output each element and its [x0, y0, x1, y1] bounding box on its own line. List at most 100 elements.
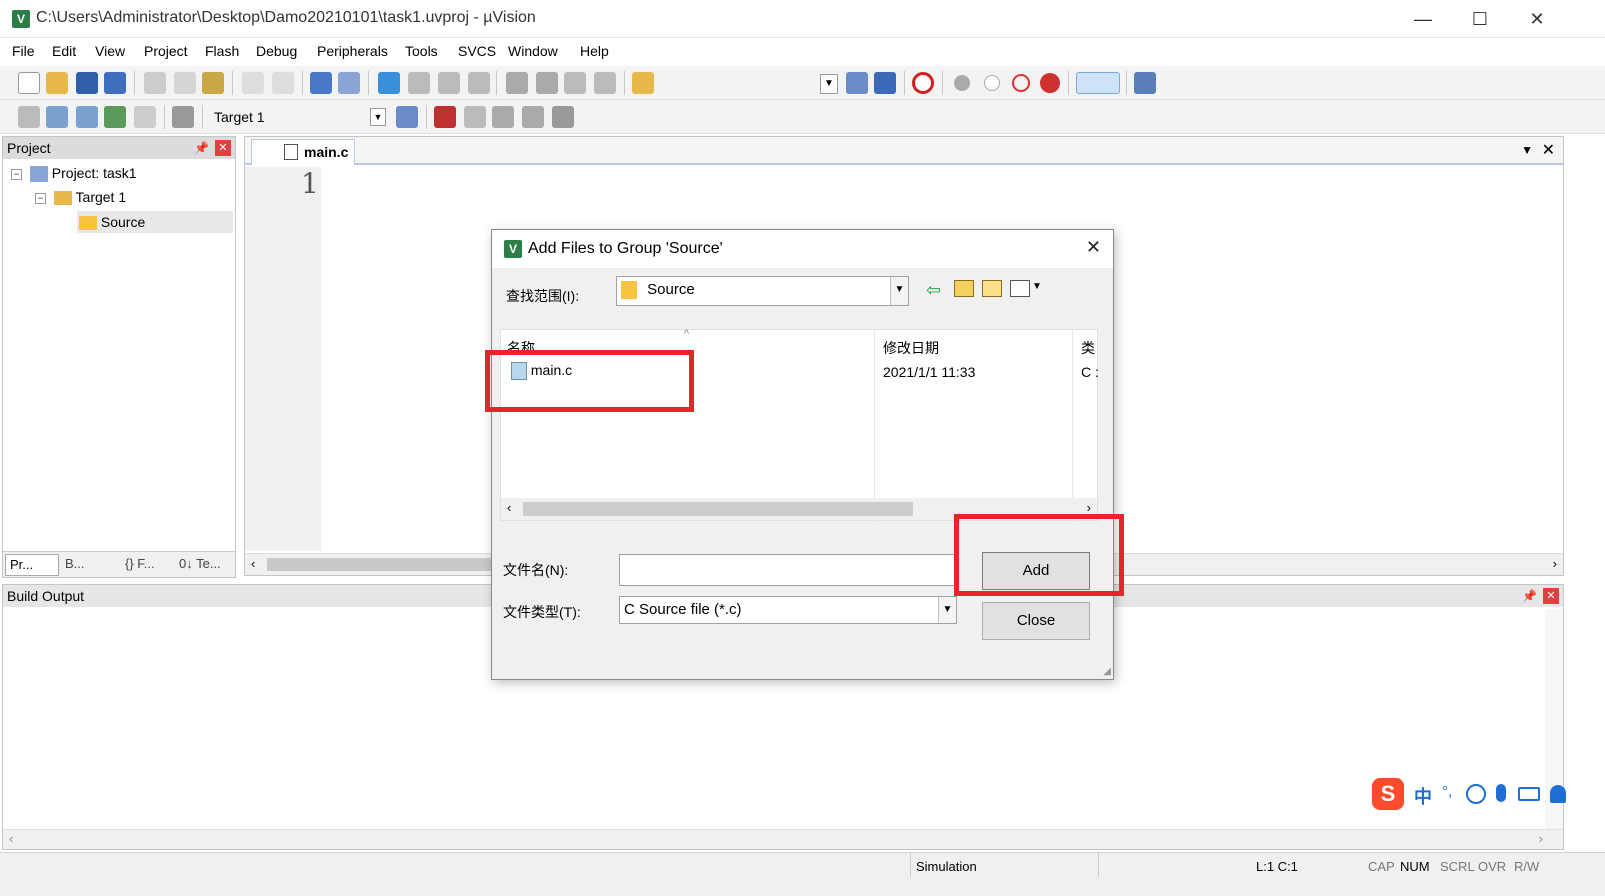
bookmark-icon[interactable]	[378, 72, 400, 94]
dropdown-arrow-icon[interactable]: ▼	[938, 597, 956, 623]
select-packs-icon[interactable]	[464, 106, 486, 128]
tab-functions[interactable]: {} F...	[125, 556, 155, 571]
filetype-combo[interactable]: C Source file (*.c) ▼	[619, 596, 957, 624]
manage-rte-icon[interactable]	[492, 106, 514, 128]
voice-input-icon[interactable]	[1496, 784, 1506, 802]
tab-books[interactable]: B...	[65, 556, 85, 571]
column-type-header[interactable]: 类	[1081, 338, 1099, 358]
uncomment-icon[interactable]	[594, 72, 616, 94]
copy-icon[interactable]	[174, 72, 196, 94]
build-output-hscroll[interactable]: ‹ ›	[3, 829, 1563, 849]
look-in-combo[interactable]: Source ▼	[616, 276, 909, 306]
navigate-back-icon[interactable]	[310, 72, 332, 94]
sogou-ime-logo-icon[interactable]: S	[1372, 778, 1404, 810]
target-dropdown-icon[interactable]: ▼	[370, 108, 386, 126]
filename-input[interactable]	[619, 554, 955, 586]
breakpoint-icon[interactable]	[954, 75, 970, 91]
tree-item-project[interactable]: − Project: task1	[11, 165, 137, 183]
view-menu-icon[interactable]	[1010, 280, 1030, 297]
unindent-icon[interactable]	[536, 72, 558, 94]
menu-edit[interactable]: Edit	[52, 43, 76, 59]
scroll-right-icon[interactable]: ›	[1087, 500, 1091, 515]
menu-flash[interactable]: Flash	[205, 43, 239, 59]
next-bookmark-icon[interactable]	[438, 72, 460, 94]
keyboard-icon[interactable]	[1518, 787, 1540, 801]
components-icon[interactable]	[552, 106, 574, 128]
open-file-icon[interactable]	[46, 72, 68, 94]
view-dropdown-icon[interactable]: ▼	[1032, 281, 1042, 292]
clear-bookmarks-icon[interactable]	[468, 72, 490, 94]
editor-tab-main-c[interactable]: main.c	[251, 139, 355, 165]
translate-icon[interactable]	[18, 106, 40, 128]
cut-icon[interactable]	[144, 72, 166, 94]
prev-bookmark-icon[interactable]	[408, 72, 430, 94]
dropdown-arrow-icon[interactable]: ▼	[890, 277, 908, 305]
collapse-icon[interactable]: −	[35, 192, 46, 204]
emoji-icon[interactable]	[1466, 784, 1486, 804]
scroll-thumb[interactable]	[267, 558, 507, 571]
build-icon[interactable]	[46, 106, 68, 128]
navigate-forward-icon[interactable]	[338, 72, 360, 94]
user-icon[interactable]	[1550, 785, 1566, 803]
stop-build-icon[interactable]	[134, 106, 156, 128]
tree-item-source-group[interactable]: Source	[77, 211, 233, 233]
close-panel-icon[interactable]: ✕	[1543, 588, 1559, 604]
find-icon[interactable]	[846, 72, 868, 94]
window-layout-icon[interactable]	[1076, 72, 1120, 94]
paste-icon[interactable]	[202, 72, 224, 94]
batch-build-icon[interactable]	[104, 106, 126, 128]
minimize-button[interactable]: —	[1395, 0, 1451, 38]
manage-project-items-icon[interactable]	[434, 106, 456, 128]
close-panel-icon[interactable]: ✕	[215, 140, 231, 156]
close-editor-icon[interactable]: ✕	[1542, 140, 1555, 160]
target-select[interactable]: Target 1 ▼	[208, 106, 388, 128]
collapse-icon[interactable]: −	[11, 168, 22, 180]
column-modified-header[interactable]: 修改日期	[883, 338, 939, 358]
indent-icon[interactable]	[506, 72, 528, 94]
menu-help[interactable]: Help	[580, 43, 609, 59]
disable-breakpoint-icon[interactable]	[984, 75, 1000, 91]
tab-templates[interactable]: 0↓ Te...	[179, 556, 221, 571]
tree-item-target[interactable]: − Target 1	[35, 189, 126, 206]
target-options-icon[interactable]	[396, 106, 418, 128]
menu-debug[interactable]: Debug	[256, 43, 297, 59]
load-download-icon[interactable]	[172, 106, 194, 128]
scroll-left-icon[interactable]: ‹	[251, 556, 255, 571]
find-combo-dropdown-icon[interactable]: ▼	[820, 74, 838, 94]
menu-window[interactable]: Window	[508, 43, 558, 59]
undo-icon[interactable]	[242, 72, 264, 94]
tab-list-dropdown-icon[interactable]: ▼	[1521, 143, 1533, 157]
scroll-thumb[interactable]	[523, 502, 913, 516]
menu-view[interactable]: View	[95, 43, 125, 59]
scroll-left-icon[interactable]: ‹	[507, 500, 511, 515]
incremental-find-icon[interactable]	[874, 72, 896, 94]
new-file-icon[interactable]	[18, 72, 40, 94]
save-icon[interactable]	[76, 72, 98, 94]
menu-file[interactable]: File	[12, 43, 35, 59]
ime-punctuation[interactable]: °,	[1442, 783, 1452, 800]
pin-icon[interactable]: 📌	[1522, 585, 1537, 607]
kill-all-breakpoints-icon[interactable]	[1040, 73, 1060, 93]
menu-peripherals[interactable]: Peripherals	[317, 43, 388, 59]
configure-icon[interactable]	[1134, 72, 1156, 94]
comment-icon[interactable]	[564, 72, 586, 94]
new-folder-icon[interactable]	[982, 280, 1002, 297]
back-arrow-icon[interactable]: ⇦	[926, 280, 941, 301]
tab-project[interactable]: Pr...	[5, 554, 59, 576]
scroll-left-icon[interactable]: ‹	[9, 831, 13, 846]
dialog-close-icon[interactable]: ✕	[1086, 237, 1101, 258]
rebuild-icon[interactable]	[76, 106, 98, 128]
save-all-icon[interactable]	[104, 72, 126, 94]
debug-session-icon[interactable]	[912, 72, 934, 94]
pin-icon[interactable]: 📌	[194, 137, 209, 159]
redo-icon[interactable]	[272, 72, 294, 94]
pack-installer-icon[interactable]	[522, 106, 544, 128]
menu-svcs[interactable]: SVCS	[458, 43, 496, 59]
ime-language[interactable]: 中	[1414, 783, 1432, 809]
disable-all-breakpoints-icon[interactable]	[1012, 74, 1030, 92]
resize-grip-icon[interactable]: ◢	[1103, 666, 1111, 677]
menu-tools[interactable]: Tools	[405, 43, 438, 59]
close-window-button[interactable]: ✕	[1509, 0, 1565, 38]
close-button[interactable]: Close	[982, 602, 1090, 640]
up-folder-icon[interactable]	[954, 280, 974, 297]
